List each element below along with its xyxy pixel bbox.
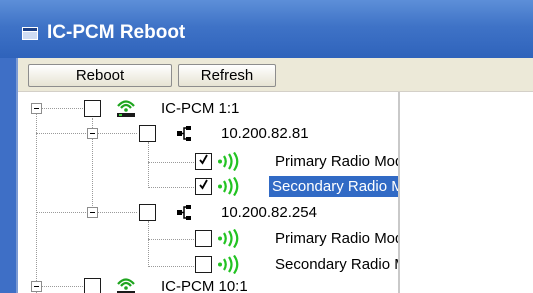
reboot-window: IC-PCM Reboot Reboot Refresh IC-PCM 1:1 … bbox=[0, 0, 533, 293]
checkmark-icon bbox=[199, 179, 208, 190]
collapse-toggle-icon[interactable] bbox=[87, 207, 98, 218]
tree-node-label[interactable]: IC-PCM 1:1 bbox=[158, 98, 242, 119]
tree-connector bbox=[41, 108, 83, 109]
tree-connector bbox=[98, 133, 137, 134]
tree-node-label[interactable]: IC-PCM 10:1 bbox=[158, 276, 251, 293]
tree-connector bbox=[36, 133, 88, 134]
tree-connector bbox=[41, 286, 83, 287]
wireless-router-icon bbox=[117, 278, 135, 293]
tree-node-label[interactable]: Primary Radio Module bbox=[272, 228, 398, 249]
window-frame-left bbox=[0, 58, 18, 293]
collapse-toggle-icon[interactable] bbox=[87, 128, 98, 139]
tree-connector bbox=[148, 162, 194, 163]
refresh-button[interactable]: Refresh bbox=[178, 64, 276, 87]
tree-node-label[interactable]: Secondary Radio Module bbox=[272, 254, 398, 275]
collapse-toggle-icon[interactable] bbox=[31, 281, 42, 292]
tree-node-label[interactable]: Primary Radio Module bbox=[272, 151, 398, 172]
tree-node-checkbox[interactable] bbox=[84, 100, 101, 117]
radio-waves-icon bbox=[218, 152, 239, 171]
collapse-toggle-icon[interactable] bbox=[31, 103, 42, 114]
tree-connector bbox=[148, 221, 149, 267]
tree-node-checkbox[interactable] bbox=[195, 178, 212, 195]
radio-waves-icon bbox=[218, 229, 239, 248]
tree-node-checkbox[interactable] bbox=[195, 256, 212, 273]
tree-connector bbox=[148, 239, 194, 240]
radio-waves-icon bbox=[218, 177, 239, 196]
tree-node-checkbox[interactable] bbox=[139, 125, 156, 142]
reboot-button[interactable]: Reboot bbox=[28, 64, 172, 87]
tree-connector bbox=[36, 212, 88, 213]
window-title: IC-PCM Reboot bbox=[47, 22, 186, 43]
wireless-router-icon bbox=[117, 100, 135, 117]
device-tree[interactable]: IC-PCM 1:1 10.200.82.81 Primary Radio Mo… bbox=[18, 92, 398, 293]
tree-node-checkbox[interactable] bbox=[195, 153, 212, 170]
window-icon bbox=[22, 27, 38, 40]
radio-waves-icon bbox=[218, 255, 239, 274]
tree-connector bbox=[148, 266, 194, 267]
title-bar[interactable]: IC-PCM Reboot bbox=[0, 0, 533, 58]
details-pane bbox=[400, 92, 533, 293]
tree-connector bbox=[148, 142, 149, 188]
tree-connector bbox=[98, 212, 137, 213]
toolbar: Reboot Refresh bbox=[18, 58, 533, 92]
network-node-icon bbox=[177, 205, 191, 220]
tree-node-label[interactable]: 10.200.82.254 bbox=[218, 202, 320, 223]
tree-node-label-selected[interactable]: Secondary Radio Module bbox=[269, 176, 398, 197]
tree-connector bbox=[148, 187, 194, 188]
checkmark-icon bbox=[199, 154, 208, 165]
tree-node-checkbox[interactable] bbox=[139, 204, 156, 221]
tree-node-checkbox[interactable] bbox=[84, 278, 101, 293]
tree-node-checkbox[interactable] bbox=[195, 230, 212, 247]
tree-node-label[interactable]: 10.200.82.81 bbox=[218, 123, 312, 144]
network-node-icon bbox=[177, 126, 191, 141]
